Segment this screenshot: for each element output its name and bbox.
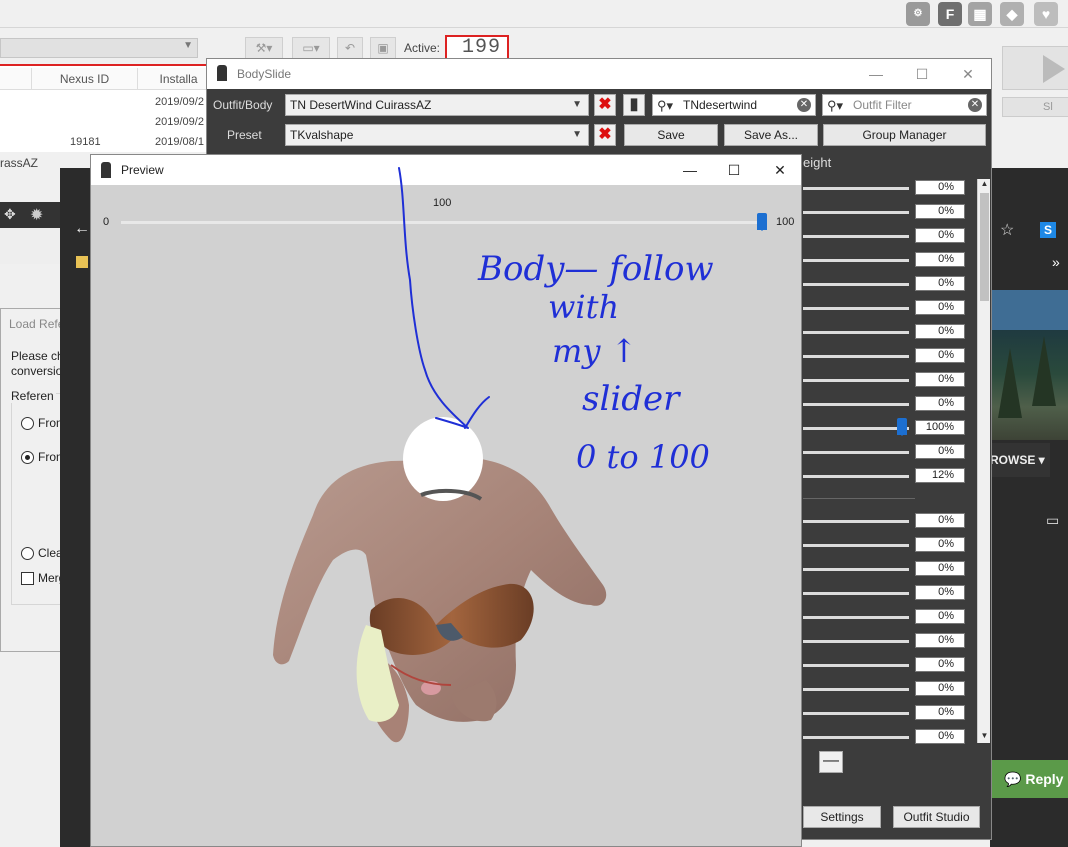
annotation-line: 0 to 100 — [576, 438, 710, 476]
annotation-line: Body— follow — [477, 249, 714, 289]
annotation-line: with — [548, 288, 619, 326]
annotation-line: my ↑ — [552, 332, 637, 370]
annotation-line: slider — [582, 379, 681, 419]
handwritten-annotation: Body— follow with my ↑ slider 0 to 100 — [398, 167, 714, 476]
annotation-arrow — [398, 167, 490, 429]
